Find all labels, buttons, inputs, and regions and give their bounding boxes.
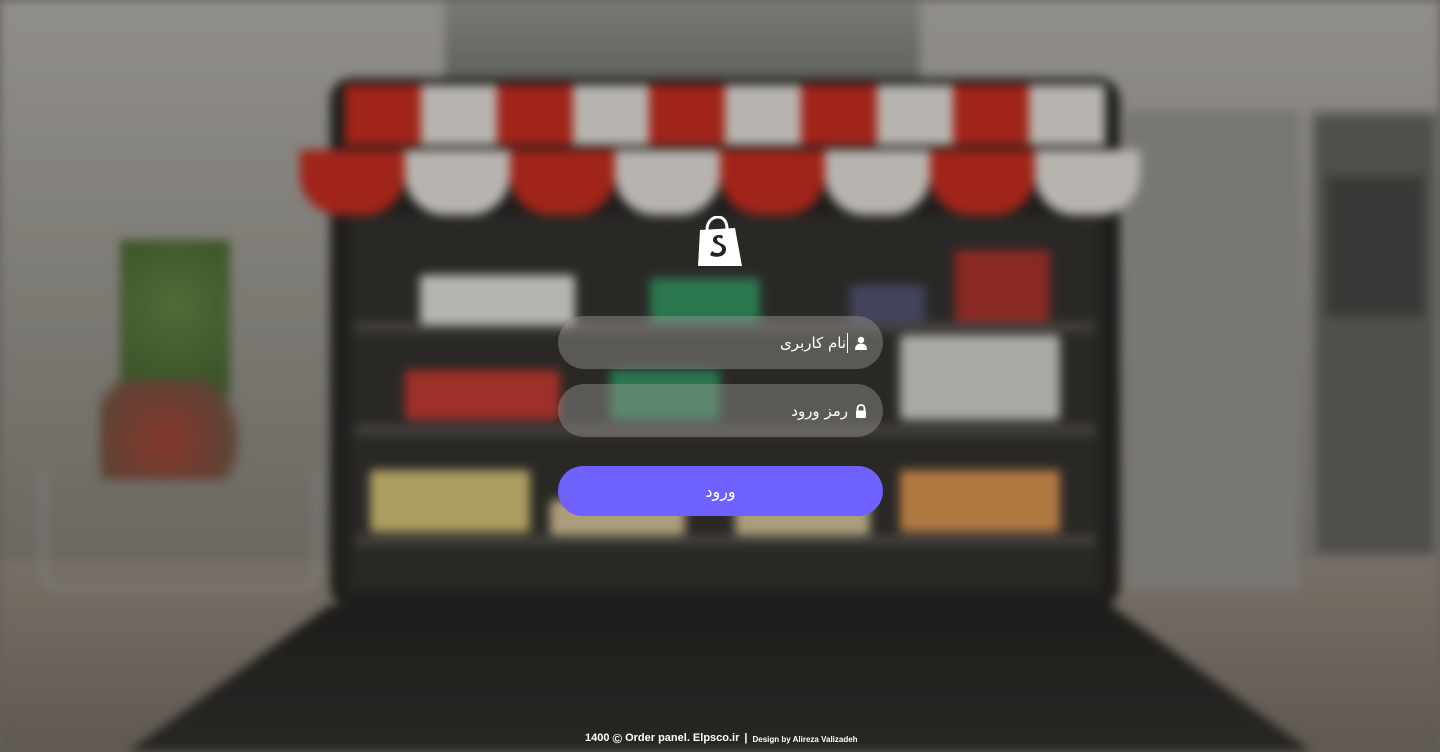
text-caret xyxy=(847,332,848,353)
background-overlay xyxy=(0,0,1440,752)
copyright-icon: © xyxy=(612,730,623,746)
footer-separator: | xyxy=(744,732,748,744)
username-field[interactable]: نام کاربری xyxy=(558,316,883,369)
footer-year: 1400 xyxy=(585,732,610,744)
user-icon xyxy=(855,336,867,350)
password-placeholder: رمز ورود xyxy=(791,401,848,420)
footer: 1400 © Order panel. Elpsco.ir | Design b… xyxy=(585,730,858,746)
footer-site-link[interactable]: Order panel. Elpsco.ir xyxy=(625,732,739,744)
shopify-logo-icon xyxy=(698,216,742,266)
footer-credit: Design by Alireza Valizadeh xyxy=(752,735,858,744)
lock-icon xyxy=(856,403,866,418)
username-placeholder: نام کاربری xyxy=(780,333,846,352)
password-field[interactable]: رمز ورود xyxy=(558,384,883,437)
login-button[interactable]: ورود xyxy=(558,466,883,516)
